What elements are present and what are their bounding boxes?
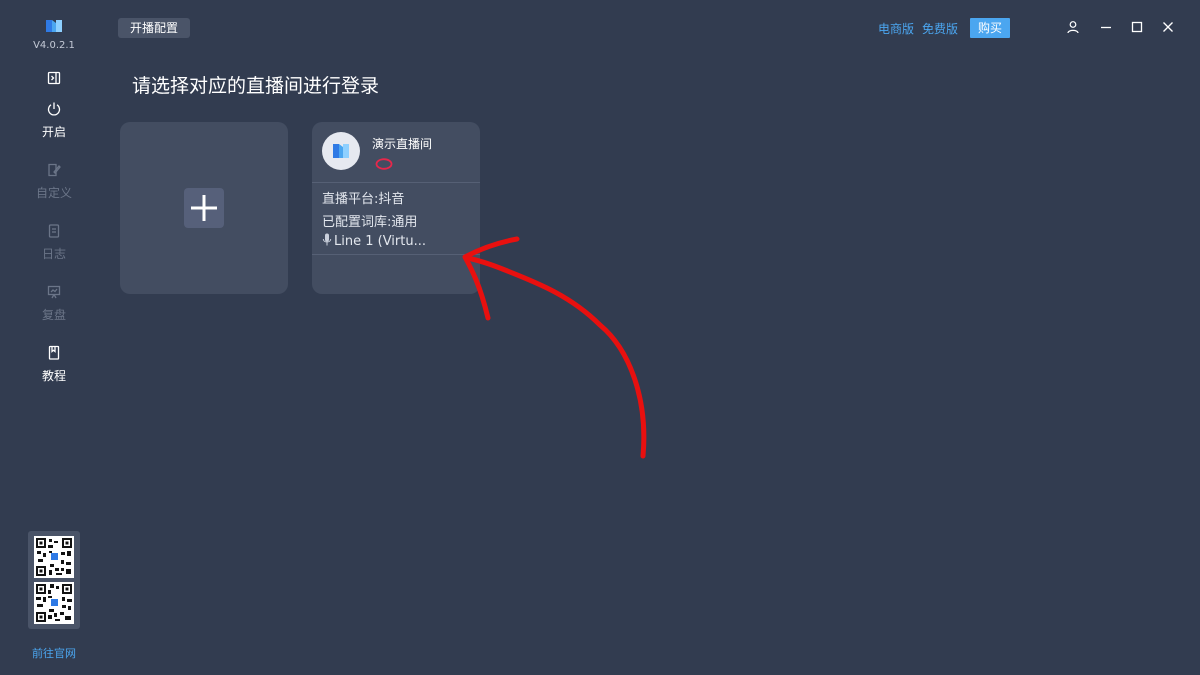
app-version: V4.0.2.1 bbox=[33, 40, 75, 51]
power-icon bbox=[47, 102, 61, 116]
qr-code-image bbox=[34, 582, 74, 624]
room-logo-icon bbox=[333, 144, 349, 158]
page-title: 请选择对应的直播间进行登录 bbox=[132, 75, 380, 97]
sidebar-collapse-icon[interactable] bbox=[46, 70, 62, 86]
buy-button[interactable]: 购买 bbox=[970, 18, 1010, 38]
room-status-icon bbox=[375, 158, 393, 170]
avatar bbox=[322, 132, 360, 170]
room-card[interactable]: 演示直播间 直播平台:抖音 已配置词库:通用 Line 1 (Virtu... bbox=[312, 122, 480, 294]
room-platform: 直播平台:抖音 bbox=[322, 192, 405, 207]
qr-code-panel bbox=[28, 531, 80, 629]
sidebar-item-label: 教程 bbox=[41, 369, 66, 383]
maximize-icon[interactable] bbox=[1130, 20, 1144, 34]
room-mic-label: Line 1 (Virtu... bbox=[334, 234, 426, 249]
sidebar-item-review[interactable]: 复盘 bbox=[0, 284, 108, 334]
room-mic: Line 1 (Virtu... bbox=[322, 233, 426, 249]
room-name: 演示直播间 bbox=[372, 137, 433, 151]
annotation-arrow bbox=[462, 236, 647, 459]
sidebar-item-label: 日志 bbox=[41, 247, 66, 261]
user-icon[interactable] bbox=[1066, 20, 1080, 34]
presentation-icon bbox=[47, 285, 61, 299]
add-room-card[interactable] bbox=[120, 122, 288, 294]
sidebar-item-label: 复盘 bbox=[41, 308, 66, 322]
free-edition-link[interactable]: 免费版 bbox=[922, 20, 958, 37]
sidebar-item-log[interactable]: 日志 bbox=[0, 223, 108, 273]
edit-icon bbox=[48, 163, 61, 177]
sidebar-item-label: 开启 bbox=[41, 125, 66, 139]
sidebar-item-start[interactable]: 开启 bbox=[0, 101, 108, 151]
ecommerce-edition-link[interactable]: 电商版 bbox=[878, 20, 914, 37]
room-library: 已配置词库:通用 bbox=[322, 215, 418, 230]
divider bbox=[312, 254, 480, 255]
sidebar-item-label: 自定义 bbox=[35, 186, 72, 200]
sidebar-item-custom[interactable]: 自定义 bbox=[0, 162, 108, 212]
app-logo-icon bbox=[46, 20, 62, 32]
sidebar-item-tutorial[interactable]: 教程 bbox=[0, 345, 108, 395]
divider bbox=[312, 182, 480, 183]
add-button[interactable] bbox=[184, 188, 224, 228]
qr-code-image bbox=[34, 536, 74, 578]
minimize-icon[interactable] bbox=[1099, 20, 1113, 34]
book-icon bbox=[48, 345, 60, 360]
sidebar: V4.0.2.1 开启 自定义 日志 复盘 教程 前往官网 bbox=[0, 0, 108, 675]
microphone-icon bbox=[322, 233, 332, 246]
website-link[interactable]: 前往官网 bbox=[0, 645, 108, 661]
log-icon bbox=[48, 224, 60, 238]
plus-icon bbox=[191, 195, 217, 221]
close-icon[interactable] bbox=[1161, 20, 1175, 34]
tab-stream-config[interactable]: 开播配置 bbox=[118, 18, 190, 38]
